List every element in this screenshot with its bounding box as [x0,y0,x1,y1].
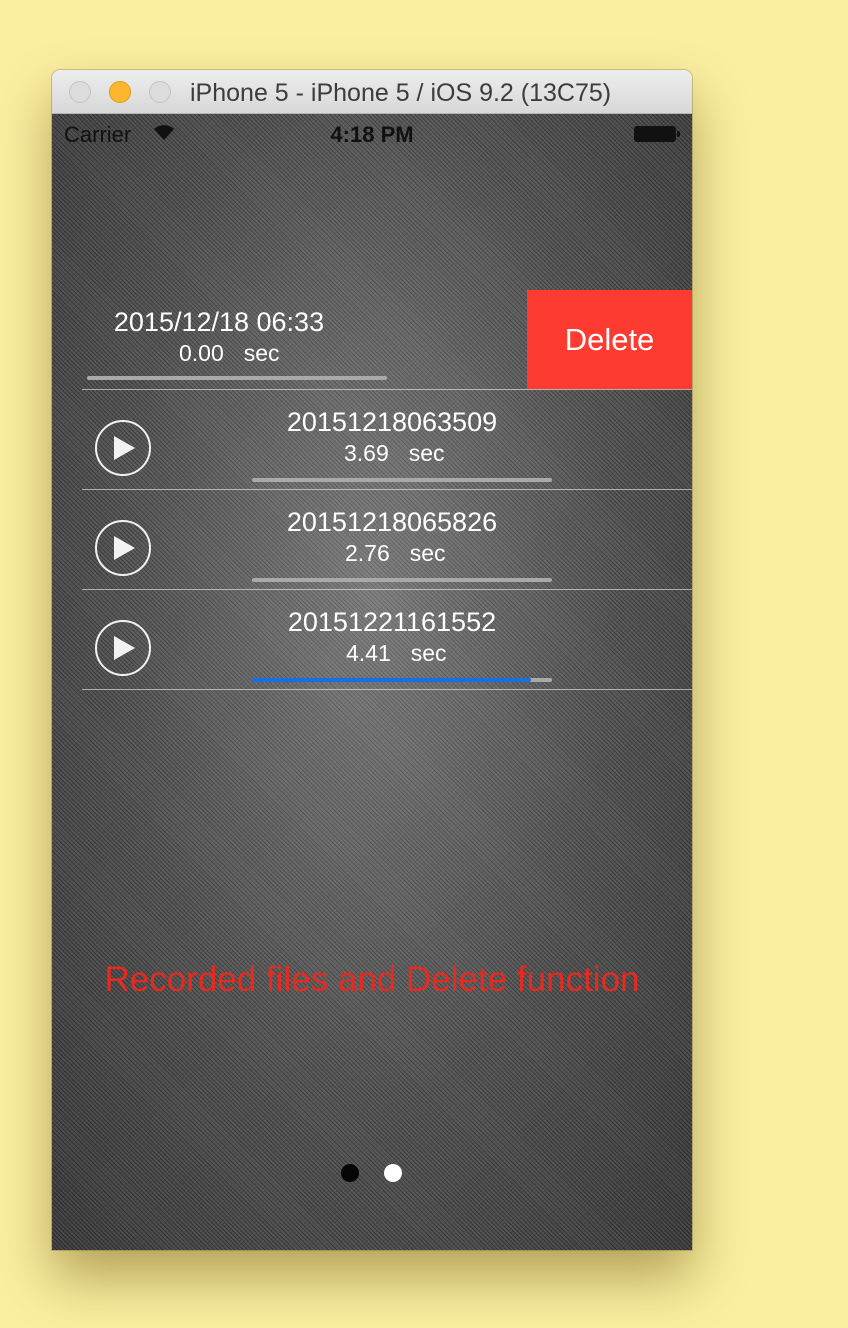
duration-value: 0.00 [179,340,224,366]
recording-duration: 4.41 sec [346,640,447,667]
duration-unit: sec [410,640,447,666]
play-icon [114,636,135,660]
window-titlebar: iPhone 5 - iPhone 5 / iOS 9.2 (13C75) [52,70,692,114]
duration-unit: sec [243,340,280,366]
recording-title: 20151218065826 [286,507,498,537]
play-button[interactable] [95,420,151,476]
page-indicator-dot-1[interactable] [341,1164,359,1182]
play-icon [114,536,135,560]
recording-duration: 2.76 sec [345,540,446,567]
page-indicator-dot-2-current[interactable] [384,1164,402,1182]
play-icon [114,436,135,460]
recording-duration: 0.00 sec [179,340,280,367]
playback-progress-fill [252,678,531,682]
recording-title: 2015/12/18 06:33 [113,307,325,337]
duration-value: 2.76 [345,540,390,566]
duration-unit: sec [408,440,445,466]
simulator-window: iPhone 5 - iPhone 5 / iOS 9.2 (13C75) Ca… [52,70,692,1250]
duration-value: 4.41 [346,640,391,666]
recording-duration: 3.69 sec [344,440,445,467]
recording-title: 20151221161552 [287,607,497,637]
status-bar: Carrier 4:18 PM [52,114,692,154]
recording-title: 20151218063509 [286,407,498,437]
minimize-window-button[interactable] [109,81,131,103]
recording-row[interactable]: 20151218063509 3.69 sec [82,390,692,490]
play-button[interactable] [95,620,151,676]
recording-row[interactable]: 20151218065826 2.76 sec [82,490,692,590]
caption-text: Recorded files and Delete function [104,960,640,999]
recording-row-swiped[interactable]: 2015/12/18 06:33 0.00 sec Delete [52,290,692,390]
delete-button[interactable]: Delete [527,290,692,389]
duration-unit: sec [409,540,446,566]
battery-icon [634,126,680,142]
window-title: iPhone 5 - iPhone 5 / iOS 9.2 (13C75) [190,79,612,107]
playback-progress-track [252,478,552,482]
zoom-window-button[interactable] [149,81,171,103]
playback-progress-track [252,578,552,582]
recording-row[interactable]: 20151221161552 4.41 sec [82,590,692,690]
close-window-button[interactable] [69,81,91,103]
playback-progress-track [87,376,387,380]
playback-progress-track [252,678,552,682]
iphone-screen: Carrier 4:18 PM 2015/12/18 06:33 0.00 sec… [52,114,692,1250]
play-button[interactable] [95,520,151,576]
duration-value: 3.69 [344,440,389,466]
status-time: 4:18 PM [330,122,414,147]
